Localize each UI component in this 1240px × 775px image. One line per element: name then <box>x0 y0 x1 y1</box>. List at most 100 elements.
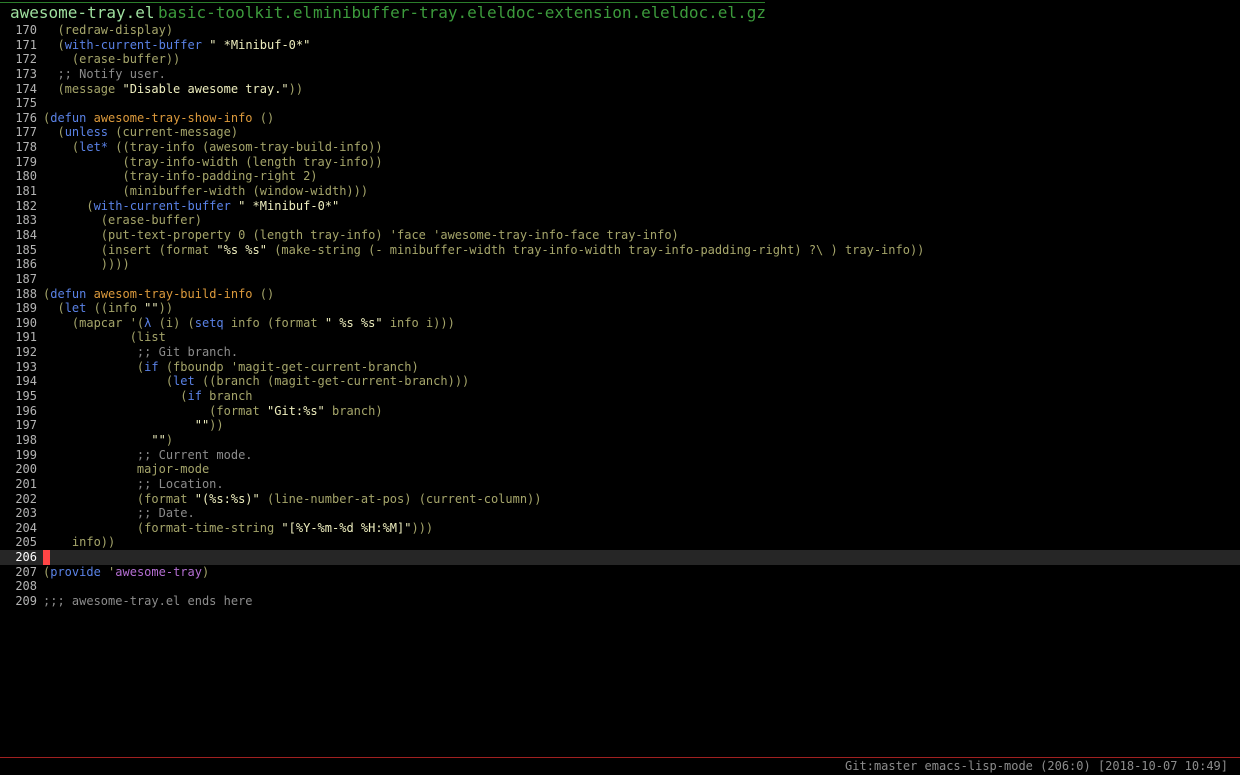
code-text: "")) <box>43 418 224 433</box>
code-token: ( <box>43 140 80 155</box>
code-line[interactable]: 199 ;; Current mode. <box>0 448 1240 463</box>
code-line[interactable]: 193 (if (fboundp 'magit-get-current-bran… <box>0 360 1240 375</box>
code-token: (format <box>43 491 195 506</box>
major-mode-indicator: emacs-lisp-mode <box>924 759 1033 773</box>
code-token: awesome-tray-show-info <box>93 110 253 125</box>
code-line[interactable]: 185 (insert (format "%s %s" (make-string… <box>0 243 1240 258</box>
code-text: (format "(%s:%s)" (line-number-at-pos) (… <box>43 492 542 507</box>
tab-awesome-tray-el[interactable]: awesome-tray.el <box>10 1 155 25</box>
code-line[interactable]: 173 ;; Notify user. <box>0 67 1240 82</box>
line-number: 183 <box>15 213 37 228</box>
line-number: 170 <box>15 23 37 37</box>
code-token: ))) <box>411 520 434 535</box>
code-token: unless <box>64 125 109 140</box>
code-token: (i) ( <box>151 315 195 330</box>
line-number: 205 <box>15 535 37 550</box>
code-line[interactable]: 196 (format "Git:%s" branch) <box>0 404 1240 419</box>
code-line[interactable]: 182 (with-current-buffer " *Minibuf-0*" <box>0 199 1240 214</box>
line-number: 187 <box>15 271 37 286</box>
code-line[interactable]: 198 "") <box>0 433 1240 448</box>
tab-minibuffer-tray-el[interactable]: minibuffer-tray.el <box>313 1 486 25</box>
code-text: (with-current-buffer " *Minibuf-0*" <box>43 199 339 214</box>
code-line[interactable]: 207 (provide 'awesome-tray) <box>0 565 1240 580</box>
code-line[interactable]: 183 (erase-buffer) <box>0 213 1240 228</box>
code-token: provide <box>50 564 101 579</box>
code-line[interactable]: 208 <box>0 579 1240 594</box>
code-text: (format "Git:%s" branch) <box>43 404 382 419</box>
code-line[interactable]: 200 major-mode <box>0 462 1240 477</box>
code-line[interactable]: 174 (message "Disable awesome tray.")) <box>0 82 1240 97</box>
code-token: (tray-info-padding-right 2) <box>43 169 318 184</box>
line-number: 191 <box>15 330 37 345</box>
code-line[interactable]: 188 (defun awesom-tray-build-info () <box>0 287 1240 302</box>
code-line[interactable]: 186 )))) <box>0 257 1240 272</box>
code-line[interactable]: 197 "")) <box>0 418 1240 433</box>
code-token: ;; Date. <box>43 506 195 521</box>
tab-basic-toolkit-el[interactable]: basic-toolkit.el <box>158 1 312 25</box>
line-number: 197 <box>15 418 37 433</box>
code-token: (redraw-display) <box>43 23 174 37</box>
code-line[interactable]: 179 (tray-info-width (length tray-info)) <box>0 155 1240 170</box>
code-token: ) <box>165 432 174 447</box>
code-line[interactable]: 191 (list <box>0 330 1240 345</box>
mode-line: Git:master emacs-lisp-mode (206:0) [2018… <box>845 758 1228 775</box>
line-number: 193 <box>15 359 37 374</box>
code-line[interactable]: 181 (minibuffer-width (window-width))) <box>0 184 1240 199</box>
code-editor[interactable]: 170 (redraw-display) 171 (with-current-bu… <box>0 23 1240 609</box>
code-token: let <box>64 301 87 316</box>
code-token: branch <box>201 389 253 404</box>
current-code-line[interactable]: 206 <box>0 550 1240 565</box>
code-line[interactable]: 176 (defun awesome-tray-show-info () <box>0 111 1240 126</box>
code-line[interactable]: 177 (unless (current-message) <box>0 125 1240 140</box>
code-token: info)) <box>43 535 116 550</box>
code-token: "%s %s" <box>216 242 267 257</box>
code-token: "" <box>151 432 166 447</box>
code-line[interactable]: 178 (let* ((tray-info (awesom-tray-build… <box>0 140 1240 155</box>
text-cursor <box>43 550 50 565</box>
code-line[interactable]: 195 (if branch <box>0 389 1240 404</box>
code-line[interactable]: 187 <box>0 272 1240 287</box>
code-line[interactable]: 172 (erase-buffer)) <box>0 52 1240 67</box>
code-text: ;;; awesome-tray.el ends here <box>43 594 253 609</box>
code-line[interactable]: 184 (put-text-property 0 (length tray-in… <box>0 228 1240 243</box>
code-token: (minibuffer-width (window-width))) <box>43 184 369 199</box>
datetime-indicator: [2018-10-07 10:49] <box>1097 759 1228 773</box>
line-number: 182 <box>15 198 37 213</box>
code-line[interactable]: 202 (format "(%s:%s)" (line-number-at-po… <box>0 492 1240 507</box>
line-number: 196 <box>15 403 37 418</box>
code-line[interactable]: 204 (format-time-string "[%Y-%m-%d %H:%M… <box>0 521 1240 536</box>
code-line[interactable]: 192 ;; Git branch. <box>0 345 1240 360</box>
code-line[interactable]: 203 ;; Date. <box>0 506 1240 521</box>
line-number: 185 <box>15 242 37 257</box>
code-token: "" <box>144 301 159 316</box>
code-token: (mapcar '( <box>43 315 145 330</box>
tab-eldoc-extension-el[interactable]: eldoc-extension.el <box>487 1 660 25</box>
code-line[interactable]: 201 ;; Location. <box>0 477 1240 492</box>
code-line[interactable]: 171 (with-current-buffer " *Minibuf-0*" <box>0 38 1240 53</box>
code-line[interactable]: 175 <box>0 96 1240 111</box>
code-line[interactable]: 190 (mapcar '(λ (i) (setq info (format "… <box>0 316 1240 331</box>
code-text: (message "Disable awesome tray.")) <box>43 82 303 97</box>
code-token: ((branch (magit-get-current-branch))) <box>194 374 470 389</box>
code-token: "Disable awesome tray." <box>122 81 289 96</box>
line-number: 172 <box>15 52 37 67</box>
line-number: 200 <box>15 462 37 477</box>
code-token: defun <box>50 286 87 301</box>
tab-eldoc-el-gz[interactable]: eldoc.el.gz <box>660 1 766 25</box>
line-number: 174 <box>15 81 37 96</box>
line-number: 178 <box>15 140 37 155</box>
code-line[interactable]: 209 ;;; awesome-tray.el ends here <box>0 594 1240 609</box>
code-line[interactable]: 194 (let ((branch (magit-get-current-bra… <box>0 374 1240 389</box>
code-line[interactable]: 189 (let ((info "")) <box>0 301 1240 316</box>
code-text: (if (fboundp 'magit-get-current-branch) <box>43 360 419 375</box>
code-line[interactable]: 170 (redraw-display) <box>0 23 1240 38</box>
code-text: ;; Current mode. <box>43 448 253 463</box>
code-line[interactable]: 205 info)) <box>0 535 1240 550</box>
code-line[interactable]: 180 (tray-info-padding-right 2) <box>0 169 1240 184</box>
code-token: (line-number-at-pos) (current-column)) <box>259 491 542 506</box>
code-token: ( <box>43 37 65 52</box>
line-number: 189 <box>15 301 37 316</box>
